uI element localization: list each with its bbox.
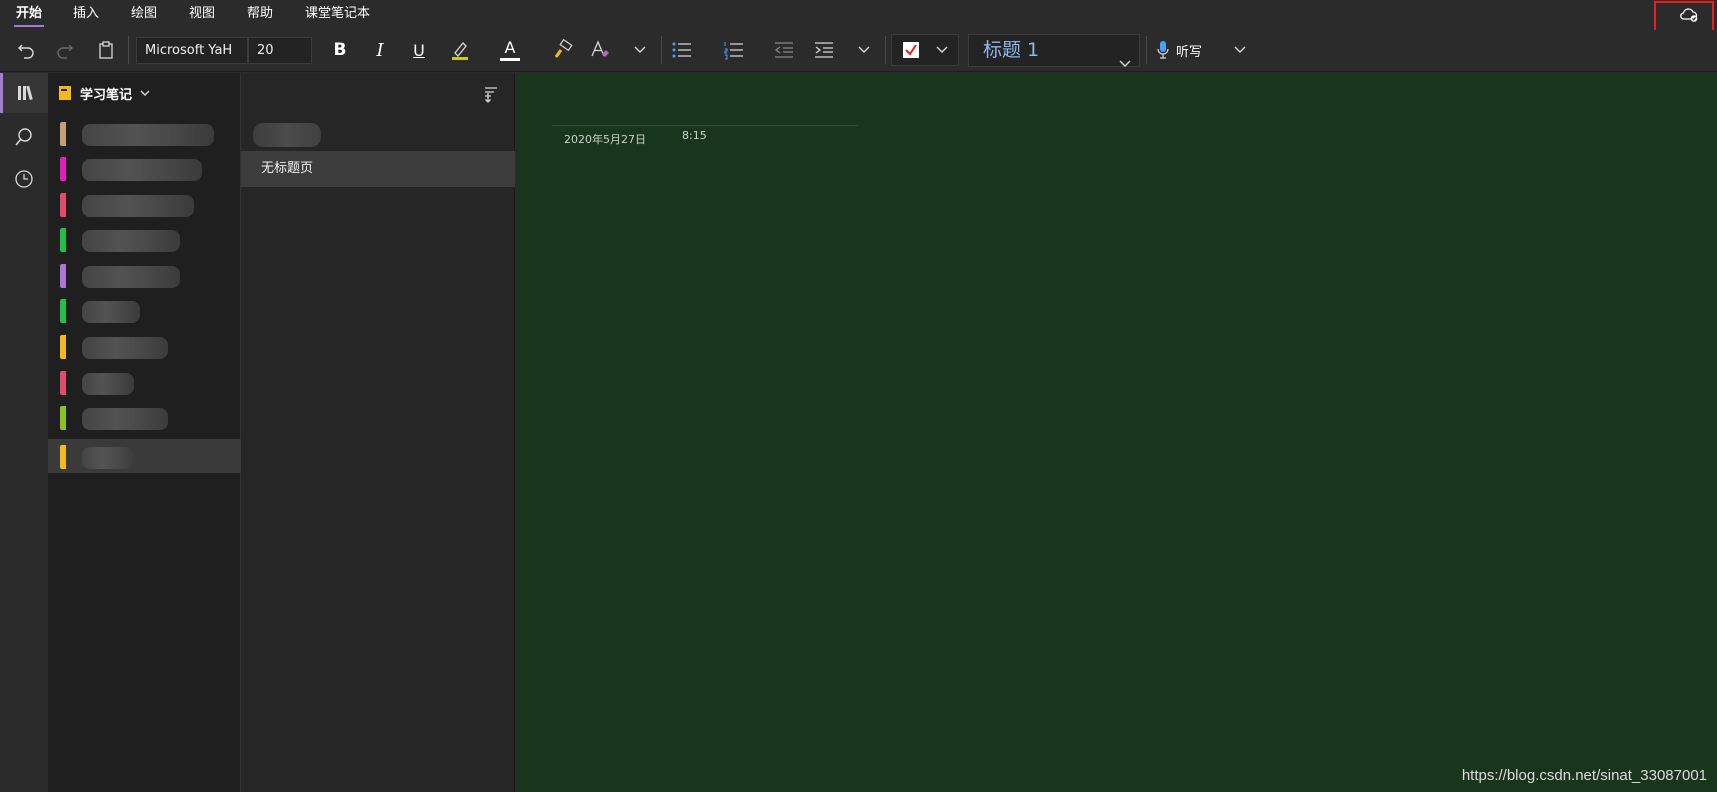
- cloud-sync-icon[interactable]: [1676, 2, 1702, 28]
- section-color-tab: [60, 299, 66, 323]
- search-icon[interactable]: [0, 117, 48, 157]
- watermark-url: https://blog.csdn.net/sinat_33087001: [1461, 767, 1707, 784]
- underline-button[interactable]: U: [405, 30, 433, 70]
- toolbar-separator: [1146, 36, 1147, 64]
- tab-insert[interactable]: 插入: [73, 0, 99, 28]
- more-formatting-chevron-icon[interactable]: [628, 30, 652, 70]
- paragraph-style-value: 标题 1: [983, 39, 1040, 61]
- tab-help[interactable]: 帮助: [247, 0, 273, 28]
- section-color-tab: [60, 264, 66, 288]
- dictate-chevron-icon[interactable]: [1228, 30, 1252, 70]
- notebook-name: 学习笔记: [80, 87, 133, 103]
- section-label-redacted: [82, 373, 134, 395]
- section-color-tab: [60, 335, 66, 359]
- font-color-swatch: [500, 57, 520, 61]
- section-item[interactable]: [48, 258, 241, 292]
- undo-icon[interactable]: [12, 30, 40, 70]
- tab-view[interactable]: 视图: [189, 0, 215, 28]
- section-label-redacted: [82, 124, 214, 146]
- tag-chevron-icon: [936, 46, 948, 54]
- section-item[interactable]: [48, 293, 241, 327]
- section-item[interactable]: [48, 329, 241, 363]
- format-painter-icon[interactable]: [549, 30, 577, 70]
- todo-tag-button[interactable]: [891, 34, 959, 66]
- toolbar-separator: [885, 36, 886, 64]
- pages-pane: 无标题页: [241, 73, 515, 792]
- section-label-redacted: [82, 447, 134, 469]
- section-label-redacted: [82, 195, 194, 217]
- clipboard-icon[interactable]: [92, 30, 120, 70]
- note-canvas[interactable]: 2020年5月27日 8:15 https://blog.csdn.net/si…: [516, 73, 1717, 792]
- font-family-field[interactable]: Microsoft YaH: [136, 37, 248, 64]
- toolbar-separator: [128, 36, 129, 64]
- checkbox-checked-icon: [902, 41, 920, 59]
- recent-icon[interactable]: [0, 159, 48, 199]
- page-time: 8:15: [682, 129, 707, 142]
- section-label-redacted: [82, 408, 168, 430]
- page-title-redacted: [253, 123, 321, 147]
- clear-formatting-icon[interactable]: [586, 30, 614, 70]
- more-paragraph-chevron-icon[interactable]: [852, 30, 876, 70]
- tab-home[interactable]: 开始: [13, 0, 45, 28]
- section-item[interactable]: [48, 151, 241, 185]
- decrease-indent-icon[interactable]: [770, 30, 798, 70]
- tab-class-notebook[interactable]: 课堂笔记本: [305, 0, 370, 28]
- section-color-tab: [60, 228, 66, 252]
- dictate-label: 听写: [1176, 44, 1203, 60]
- toolbar-separator: [661, 36, 662, 64]
- notebook-icon: [58, 85, 72, 101]
- section-label-redacted: [82, 301, 140, 323]
- ribbon-toolbar: Microsoft YaH 20 B I U A 标题 1 听写: [0, 30, 1717, 72]
- increase-indent-icon[interactable]: [810, 30, 838, 70]
- section-item[interactable]: [48, 400, 241, 434]
- section-label-redacted: [82, 266, 180, 288]
- bold-button[interactable]: B: [326, 30, 354, 70]
- section-item[interactable]: [48, 187, 241, 221]
- section-label-redacted: [82, 159, 202, 181]
- font-color-label: A: [504, 37, 516, 57]
- sections-pane: 学习笔记: [48, 73, 241, 792]
- section-color-tab: [60, 193, 66, 217]
- microphone-icon: [1156, 40, 1170, 60]
- tab-draw[interactable]: 绘图: [131, 0, 157, 28]
- font-size-field[interactable]: 20: [248, 37, 312, 64]
- italic-button[interactable]: I: [366, 30, 394, 70]
- section-color-tab: [60, 122, 66, 146]
- redo-icon[interactable]: [51, 30, 79, 70]
- paragraph-style-select[interactable]: 标题 1: [968, 34, 1140, 67]
- font-color-button[interactable]: A: [496, 30, 524, 70]
- notebooks-icon[interactable]: [0, 73, 48, 113]
- section-item-selected[interactable]: [48, 439, 241, 473]
- bullet-list-icon[interactable]: [668, 30, 696, 70]
- section-color-tab: [60, 371, 66, 395]
- section-color-tab: [60, 157, 66, 181]
- numbered-list-icon[interactable]: [720, 30, 748, 70]
- section-color-tab: [60, 445, 66, 469]
- notebook-selector[interactable]: 学习笔记: [48, 73, 241, 113]
- section-label-redacted: [82, 230, 180, 252]
- section-item[interactable]: [48, 116, 241, 150]
- highlighter-icon[interactable]: [446, 30, 474, 70]
- sort-pages-icon[interactable]: [480, 83, 502, 105]
- section-color-tab: [60, 406, 66, 430]
- page-item-selected[interactable]: 无标题页: [241, 151, 515, 187]
- dictate-button[interactable]: 听写: [1156, 30, 1216, 70]
- navigation-rail: [0, 73, 48, 792]
- section-item[interactable]: [48, 222, 241, 256]
- section-label-redacted: [82, 337, 168, 359]
- section-item[interactable]: [48, 365, 241, 399]
- page-title-underline: [552, 125, 858, 126]
- page-date: 2020年5月27日: [564, 133, 646, 146]
- chevron-down-icon: [140, 90, 150, 97]
- menu-bar: 开始 插入 绘图 视图 帮助 课堂笔记本: [0, 0, 1717, 33]
